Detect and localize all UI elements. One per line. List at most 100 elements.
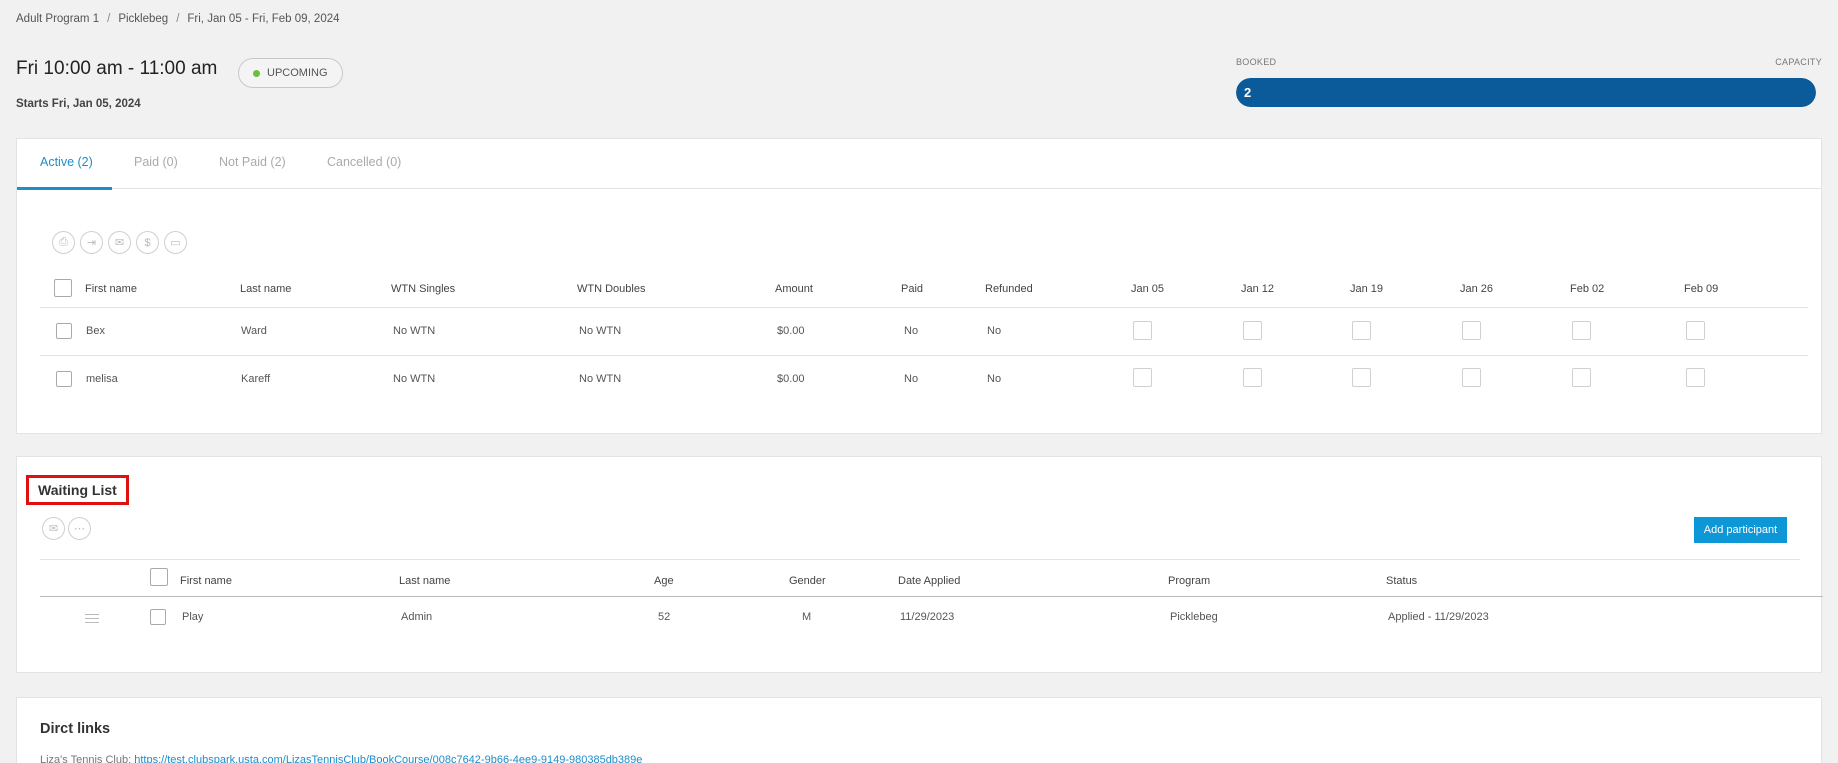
waiting-list-title: Waiting List xyxy=(26,475,129,505)
cell-age: 52 xyxy=(658,611,671,623)
col-amount[interactable]: Amount xyxy=(775,283,813,295)
add-participant-button[interactable]: Add participant xyxy=(1694,517,1787,543)
cell-last-name: Ward xyxy=(241,325,267,337)
divider xyxy=(40,355,1808,356)
cell-wtn-doubles: No WTN xyxy=(579,325,622,337)
col-program[interactable]: Program xyxy=(1168,575,1210,587)
cell-amount: $0.00 xyxy=(777,325,805,337)
breadcrumb-separator: / xyxy=(176,13,180,25)
status-label: UPCOMING xyxy=(267,67,328,79)
col-feb02: Feb 02 xyxy=(1570,283,1605,295)
cell-first-name[interactable]: Bex xyxy=(86,325,105,337)
col-date-applied[interactable]: Date Applied xyxy=(898,575,960,587)
booked-count: 2 xyxy=(1244,85,1252,100)
waiting-list-card: Waiting List ✉ ⋯ Add participant First n… xyxy=(16,456,1823,673)
capacity-bar: 2 xyxy=(1236,78,1816,107)
cell-refunded: No xyxy=(987,325,1002,337)
dollar-icon[interactable]: $ xyxy=(136,231,159,254)
cell-wtn-singles: No WTN xyxy=(393,373,436,385)
cell-refunded: No xyxy=(987,373,1002,385)
breadcrumb-dates: Fri, Jan 05 - Fri, Feb 09, 2024 xyxy=(187,13,340,25)
attendance-checkbox[interactable] xyxy=(1133,368,1152,387)
cell-program: Picklebeg xyxy=(1170,611,1218,623)
attendance-checkbox[interactable] xyxy=(1686,368,1705,387)
breadcrumb: Adult Program 1 / Picklebeg / Fri, Jan 0… xyxy=(16,13,340,25)
tab-paid[interactable]: Paid (0) xyxy=(134,155,178,169)
attendance-checkbox[interactable] xyxy=(1352,321,1371,340)
attendance-checkbox[interactable] xyxy=(1572,321,1591,340)
active-tab-indicator xyxy=(17,187,112,190)
capacity-bar-fill: 2 xyxy=(1236,78,1816,107)
divider xyxy=(40,559,1800,560)
attendance-checkbox[interactable] xyxy=(1462,321,1481,340)
divider xyxy=(40,307,1808,308)
cell-gender: M xyxy=(802,611,812,623)
col-last-name[interactable]: Last name xyxy=(399,575,450,587)
direct-links-title: Dirct links xyxy=(40,721,111,737)
start-date: Starts Fri, Jan 05, 2024 xyxy=(16,98,141,110)
col-wtn-doubles[interactable]: WTN Doubles xyxy=(577,283,645,295)
col-wtn-singles[interactable]: WTN Singles xyxy=(391,283,455,295)
col-jan12: Jan 12 xyxy=(1241,283,1275,295)
attendance-checkbox[interactable] xyxy=(1133,321,1152,340)
attendance-checkbox[interactable] xyxy=(1572,368,1591,387)
cell-status: Applied - 11/29/2023 xyxy=(1388,611,1489,623)
participants-card: Active (2) Paid (0) Not Paid (2) Cancell… xyxy=(16,138,1822,434)
more-icon[interactable]: ⋯ xyxy=(68,517,91,540)
row-checkbox[interactable] xyxy=(150,609,166,625)
divider xyxy=(40,596,1823,597)
status-badge: UPCOMING xyxy=(238,58,343,88)
breadcrumb-separator: / xyxy=(107,13,111,25)
col-paid[interactable]: Paid xyxy=(901,283,923,295)
select-all-checkbox[interactable] xyxy=(150,568,168,586)
col-last-name[interactable]: Last name xyxy=(240,283,291,295)
drag-handle-icon[interactable] xyxy=(85,614,99,626)
status-dot-icon xyxy=(253,69,260,77)
cell-wtn-singles: No WTN xyxy=(393,325,436,337)
page-title: Fri 10:00 am - 11:00 am xyxy=(16,58,218,79)
attendance-checkbox[interactable] xyxy=(1352,368,1371,387)
row-checkbox[interactable] xyxy=(56,323,72,339)
capacity-label: CAPACITY xyxy=(1775,57,1822,67)
breadcrumb-course[interactable]: Picklebeg xyxy=(118,13,168,25)
cell-paid: No xyxy=(904,373,919,385)
breadcrumb-program[interactable]: Adult Program 1 xyxy=(16,13,99,25)
row-checkbox[interactable] xyxy=(56,371,72,387)
cell-date-applied: 11/29/2023 xyxy=(900,611,955,623)
col-jan19: Jan 19 xyxy=(1350,283,1384,295)
attendance-checkbox[interactable] xyxy=(1243,368,1262,387)
select-all-checkbox[interactable] xyxy=(54,279,72,297)
tab-active[interactable]: Active (2) xyxy=(40,155,93,169)
cell-first-name[interactable]: melisa xyxy=(86,373,118,385)
tab-not-paid[interactable]: Not Paid (2) xyxy=(219,155,286,169)
email-icon[interactable]: ✉ xyxy=(108,231,131,254)
print-icon[interactable]: ⎙ xyxy=(52,231,75,254)
tab-bar: Active (2) Paid (0) Not Paid (2) Cancell… xyxy=(17,139,1821,190)
attendance-checkbox[interactable] xyxy=(1686,321,1705,340)
col-feb09: Feb 09 xyxy=(1684,283,1719,295)
credit-card-icon[interactable]: ▭ xyxy=(164,231,187,254)
col-age[interactable]: Age xyxy=(654,575,674,587)
col-refunded[interactable]: Refunded xyxy=(985,283,1033,295)
col-status[interactable]: Status xyxy=(1386,575,1417,587)
direct-links-card: Dirct links Liza's Tennis Club: https://… xyxy=(16,697,1822,763)
col-gender[interactable]: Gender xyxy=(789,575,826,587)
col-first-name[interactable]: First name xyxy=(85,283,137,295)
export-icon[interactable]: ⇥ xyxy=(80,231,103,254)
booked-label: BOOKED xyxy=(1236,57,1277,67)
col-jan05: Jan 05 xyxy=(1131,283,1165,295)
cell-wtn-doubles: No WTN xyxy=(579,373,622,385)
attendance-checkbox[interactable] xyxy=(1462,368,1481,387)
direct-link-url[interactable]: https://test.clubspark.usta.com/LizasTen… xyxy=(134,754,642,763)
col-jan26: Jan 26 xyxy=(1460,283,1494,295)
cell-first-name[interactable]: Play xyxy=(182,611,203,623)
email-icon[interactable]: ✉ xyxy=(42,517,65,540)
attendance-checkbox[interactable] xyxy=(1243,321,1262,340)
tab-cancelled[interactable]: Cancelled (0) xyxy=(327,155,401,169)
col-first-name[interactable]: First name xyxy=(180,575,232,587)
direct-link-item: Liza's Tennis Club: https://test.clubspa… xyxy=(40,754,642,763)
cell-amount: $0.00 xyxy=(777,373,805,385)
cell-last-name: Admin xyxy=(401,611,433,623)
cell-paid: No xyxy=(904,325,919,337)
cell-last-name: Kareff xyxy=(241,373,271,385)
